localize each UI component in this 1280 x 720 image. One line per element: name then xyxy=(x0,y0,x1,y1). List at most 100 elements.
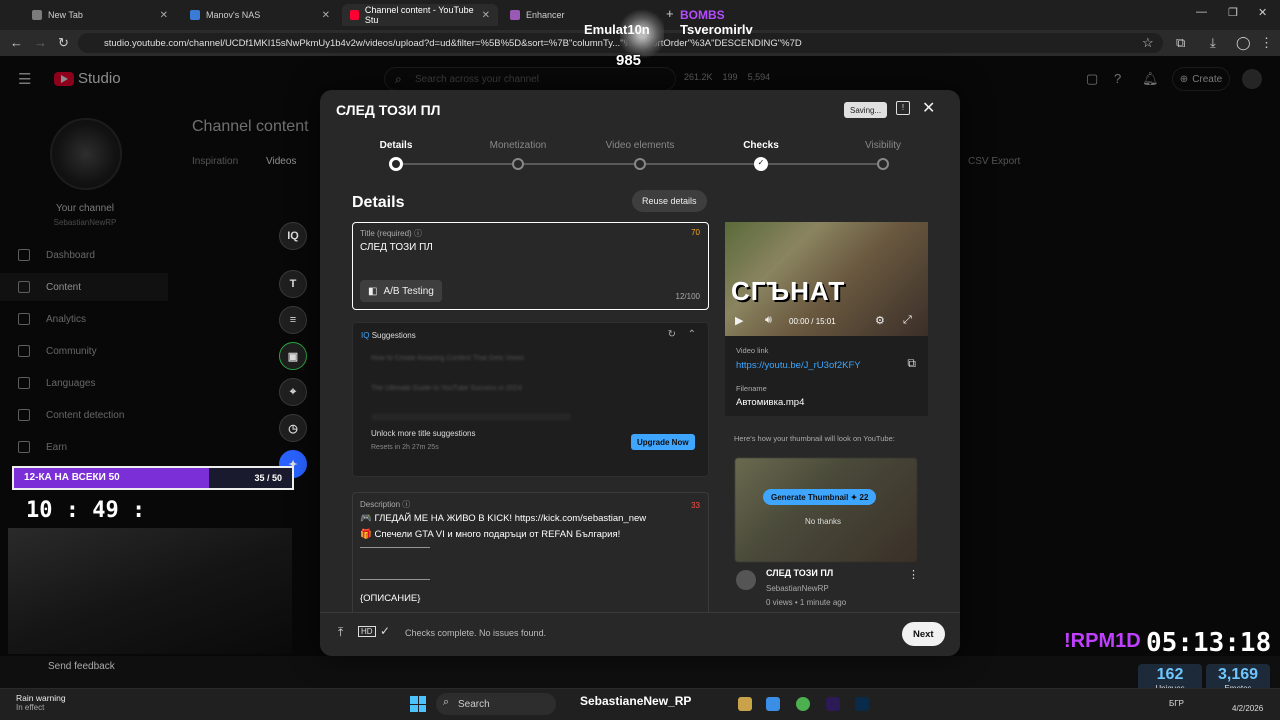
windows-start-icon[interactable] xyxy=(410,696,426,712)
player-time: 00:00 / 15:01 xyxy=(789,317,836,326)
title-label-text: Title (required) xyxy=(360,229,412,238)
preview-channel: SebastianNewRP xyxy=(766,584,829,593)
help-icon[interactable]: ⓘ xyxy=(414,229,422,238)
more-icon[interactable]: ⋮ xyxy=(908,568,919,581)
step-video-elements[interactable]: Video elements xyxy=(595,140,685,151)
bombs-label: BOMBS xyxy=(680,8,725,22)
download-icon[interactable]: ⤓ xyxy=(1210,35,1216,51)
step-dot xyxy=(512,158,524,170)
saving-badge: Saving... xyxy=(844,102,888,118)
ab-testing-button[interactable]: ◧ A/B Testing xyxy=(360,280,442,302)
description-field[interactable]: Description ⓘ 33 🎮 ГЛЕДАЙ МЕ НА ЖИВО В K… xyxy=(352,492,709,612)
checks-status: Checks complete. No issues found. xyxy=(405,628,547,638)
chrome-icon[interactable] xyxy=(796,697,810,711)
reuse-details-button[interactable]: Reuse details xyxy=(632,190,707,212)
back-icon[interactable]: ← xyxy=(10,35,23,50)
thumbnail-preview-label: Here's how your thumbnail will look on Y… xyxy=(734,434,895,443)
suggestions-heading: IQ Suggestions xyxy=(361,331,416,340)
details-heading: Details xyxy=(352,194,405,211)
iq-tool-button[interactable]: IQ xyxy=(279,222,307,250)
chevron-up-icon[interactable]: ⌃ xyxy=(688,329,696,340)
close-icon[interactable]: ✕ xyxy=(160,10,168,21)
profile-icon[interactable]: ◯ xyxy=(1236,35,1251,51)
volume-icon[interactable]: 🔊︎ xyxy=(765,314,772,327)
upgrade-now-button[interactable]: Upgrade Now xyxy=(631,434,695,450)
minimize-icon[interactable]: — xyxy=(1196,6,1207,18)
tab-new-tab[interactable]: New Tab ✕ xyxy=(24,4,176,26)
ab-testing-icon: ◧ xyxy=(368,285,378,297)
thumbnail-preview xyxy=(735,458,917,562)
streamer-name-overlay: SebastianeNew_RP xyxy=(580,694,692,708)
tab-label: Channel content - YouTube Stu xyxy=(364,5,474,25)
filename-value: Автомивка.mp4 xyxy=(736,397,805,408)
close-icon[interactable]: ✕ xyxy=(322,10,330,21)
star-icon[interactable]: ☆ xyxy=(1142,35,1154,51)
iq-icon: IQ xyxy=(361,331,370,340)
weather-title: Rain warning xyxy=(16,693,66,703)
settings-icon[interactable]: ⚙ xyxy=(875,314,885,327)
help-icon[interactable]: ⓘ xyxy=(402,500,410,509)
description-line: 🎁 Спечели GTA VI и много подаръци от REF… xyxy=(360,529,621,540)
menu-icon[interactable]: ⋮ xyxy=(1260,35,1273,51)
step-visibility[interactable]: Visibility xyxy=(838,140,928,151)
taskbar-search[interactable]: ⌕ Search xyxy=(436,693,556,715)
rail-label: ≡ xyxy=(289,314,297,326)
weather-widget[interactable]: Rain warning In effect xyxy=(16,693,116,712)
step-checks[interactable]: Checks xyxy=(716,140,806,151)
description-tool-button[interactable]: ≡ xyxy=(279,306,307,334)
suggestion-item[interactable]: The Ultimate Guide to YouTube Success in… xyxy=(371,385,591,393)
nas-icon xyxy=(190,10,200,20)
schedule-tool-button[interactable]: ◷ xyxy=(279,414,307,442)
tab-nas[interactable]: Manov's NAS ✕ xyxy=(182,4,338,26)
title-tool-button[interactable]: T xyxy=(279,270,307,298)
resets-timer: Resets in 2h 27m 25s xyxy=(371,444,439,451)
photoshop-icon[interactable] xyxy=(855,697,869,711)
tags-tool-button[interactable]: ⌖ xyxy=(279,378,307,406)
tab-youtube-studio[interactable]: Channel content - YouTube Stu ✕ xyxy=(342,4,498,26)
suggestion-item[interactable]: How to Create Amazing Content That Gets … xyxy=(371,355,611,363)
extensions-icon[interactable]: ⧉ xyxy=(1176,35,1185,51)
title-field[interactable]: Title (required) ⓘ 70 СЛЕД ТОЗИ ПЛ ◧ A/B… xyxy=(352,222,709,310)
taskbar-date[interactable]: 4/2/2026 xyxy=(1232,704,1263,713)
no-thanks-button[interactable]: No thanks xyxy=(805,517,841,526)
description-label-text: Description xyxy=(360,500,401,509)
step-monetization[interactable]: Monetization xyxy=(473,140,563,151)
weather-sub: In effect xyxy=(16,703,45,712)
close-icon[interactable]: ✕ xyxy=(482,10,490,21)
reload-icon[interactable]: ↻ xyxy=(58,35,69,51)
premiere-icon[interactable] xyxy=(826,697,840,711)
language-indicator[interactable]: БГР xyxy=(1169,699,1184,708)
rail-label: T xyxy=(289,278,297,290)
app-icon[interactable] xyxy=(738,697,752,711)
rail-label: ◷ xyxy=(288,422,298,435)
title-label: Title (required) ⓘ xyxy=(360,228,422,239)
refresh-icon[interactable]: ↻ xyxy=(668,329,676,340)
forward-icon[interactable]: → xyxy=(34,35,47,50)
maximize-icon[interactable]: ❐ xyxy=(1228,6,1238,19)
description-line: —————————— xyxy=(360,576,430,583)
checks-icon: ✓ xyxy=(380,624,391,638)
copy-icon[interactable]: ⧉ xyxy=(907,356,916,371)
close-window-icon[interactable]: ✕ xyxy=(1258,6,1267,19)
close-icon[interactable]: ✕ xyxy=(922,98,935,118)
feedback-icon[interactable]: ! xyxy=(896,101,910,115)
generate-thumbnail-button[interactable]: Generate Thumbnail ✦ 22 xyxy=(763,489,877,505)
play-icon[interactable]: ▶ xyxy=(735,314,743,327)
description-line: {ОПИСАНИЕ} xyxy=(360,593,421,604)
video-preview[interactable]: СГЪНАТ ▶ 🔊︎ 00:00 / 15:01 ⚙ ⤢ xyxy=(725,222,928,336)
search-icon: ⌕ xyxy=(443,696,450,708)
send-feedback-link[interactable]: Send feedback xyxy=(48,661,115,672)
unlock-suggestions-text: Unlock more title suggestions xyxy=(371,429,476,438)
next-button[interactable]: Next xyxy=(902,622,945,646)
app-icon[interactable] xyxy=(766,697,780,711)
filename-label: Filename xyxy=(736,384,767,393)
preview-avatar xyxy=(736,570,756,590)
fullscreen-icon[interactable]: ⤢ xyxy=(903,314,912,327)
title-input[interactable]: СЛЕД ТОЗИ ПЛ xyxy=(360,242,433,253)
video-link-label: Video link xyxy=(736,346,769,355)
upload-modal: СЛЕД ТОЗИ ПЛ Saving... ! ✕ Details Monet… xyxy=(320,90,960,656)
upload-icon: ⤒ xyxy=(338,625,344,639)
step-details[interactable]: Details xyxy=(351,140,441,151)
video-link[interactable]: https://youtu.be/J_rU3of2KFY xyxy=(736,360,861,371)
thumbnail-tool-button[interactable]: ▣ xyxy=(279,342,307,370)
